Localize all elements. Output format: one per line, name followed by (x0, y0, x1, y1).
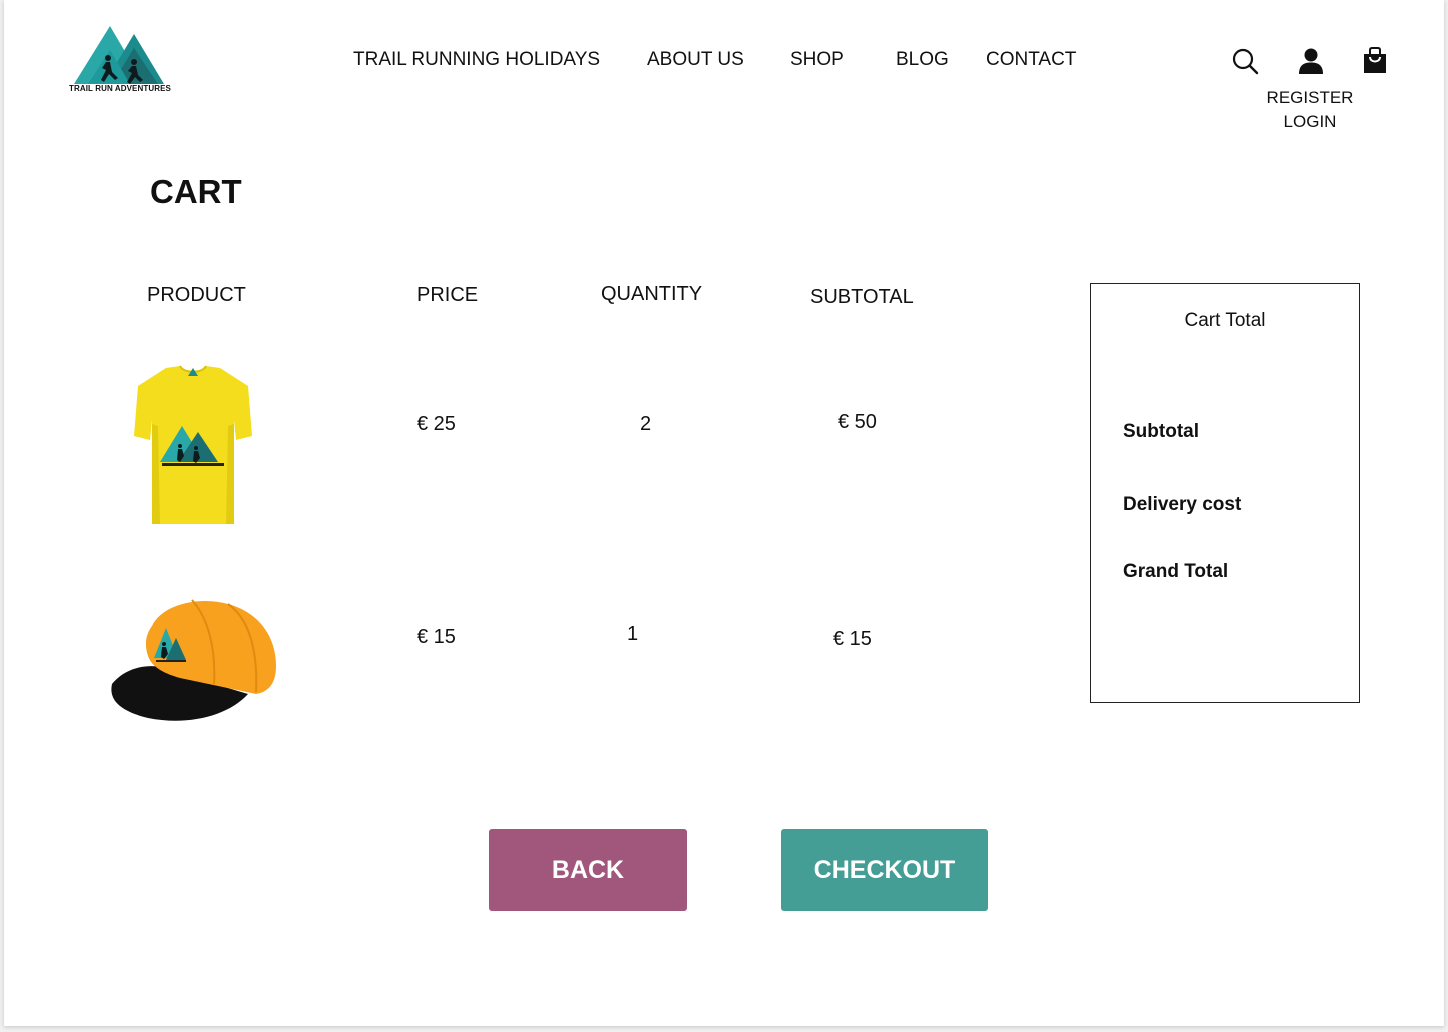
summary-grand-total-label: Grand Total (1123, 561, 1229, 582)
page-frame: TRAIL RUN ADVENTURES TRAIL RUNNING HOLID… (4, 0, 1444, 1026)
logo-mountains-icon (74, 26, 164, 84)
summary-delivery-label: Delivery cost (1123, 494, 1242, 515)
nav-item-trail-running-holidays[interactable]: TRAIL RUNNING HOLIDAYS (353, 49, 600, 71)
shopping-bag-icon[interactable] (1362, 47, 1388, 80)
cart-total-panel: Cart Total Subtotal Delivery cost Grand … (1090, 283, 1360, 703)
cart-total-title: Cart Total (1184, 310, 1266, 331)
page-title: CART (150, 173, 242, 210)
row-1-subtotal: € 50 (838, 411, 877, 433)
row-2-price: € 15 (417, 626, 456, 648)
user-icon[interactable] (1297, 47, 1325, 80)
product-image-cap[interactable] (108, 598, 278, 724)
nav-item-about-us[interactable]: ABOUT US (647, 49, 744, 71)
column-header-product: PRODUCT (147, 284, 246, 306)
search-icon[interactable] (1232, 48, 1260, 81)
nav-item-blog[interactable]: BLOG (896, 49, 949, 71)
site-logo[interactable]: TRAIL RUN ADVENTURES (66, 22, 174, 98)
nav-item-shop[interactable]: SHOP (790, 49, 844, 71)
nav-item-contact[interactable]: CONTACT (986, 49, 1076, 71)
back-button[interactable]: BACK (489, 829, 687, 911)
product-image-tshirt[interactable] (130, 364, 256, 528)
column-header-price: PRICE (417, 284, 479, 306)
login-link[interactable]: LOGIN (1250, 112, 1370, 132)
row-1-price: € 25 (417, 413, 456, 435)
column-header-quantity: QUANTITY (601, 283, 703, 305)
row-2-quantity[interactable]: 1 (627, 623, 638, 646)
row-1-quantity[interactable]: 2 (640, 413, 651, 436)
logo-text: TRAIL RUN ADVENTURES (68, 84, 171, 93)
register-link[interactable]: REGISTER (1250, 88, 1370, 108)
column-header-subtotal: SUBTOTAL (810, 286, 914, 308)
checkout-button[interactable]: CHECKOUT (781, 829, 988, 911)
summary-subtotal-label: Subtotal (1123, 421, 1199, 442)
row-2-subtotal: € 15 (833, 628, 872, 650)
